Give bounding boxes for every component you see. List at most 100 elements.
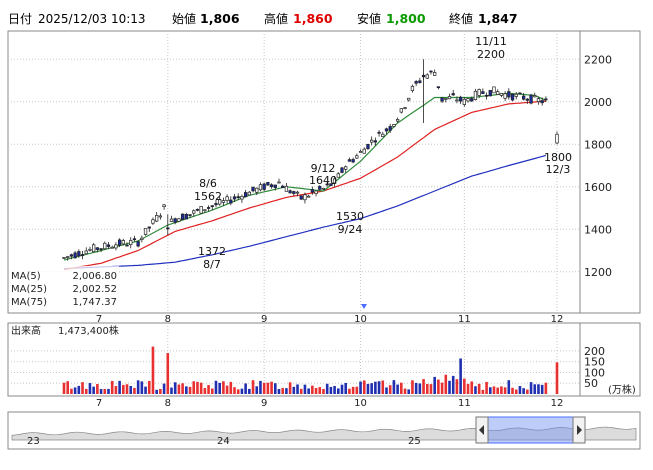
volume-bar — [437, 379, 440, 394]
candle-body — [470, 98, 474, 102]
volume-bar — [440, 382, 444, 394]
volume-bar — [474, 386, 477, 394]
volume-bar — [303, 384, 307, 394]
annotation-label: 1530 — [336, 210, 364, 223]
volume-bar — [381, 380, 385, 394]
candle-body — [299, 195, 303, 200]
volume-bar — [188, 386, 192, 394]
candle-body — [447, 96, 452, 100]
volume-bar — [463, 378, 466, 394]
volume-bar — [170, 387, 173, 394]
cursor-marker-icon[interactable] — [361, 304, 367, 309]
volume-bar — [518, 386, 522, 394]
volume-bar — [251, 380, 255, 394]
volume-bar — [403, 388, 407, 394]
candle-body — [247, 191, 251, 196]
volume-bar — [370, 383, 373, 394]
price-header: 日付 2025/12/03 10:13 始値 1,806 高値 1,860 安値… — [8, 11, 518, 26]
volume-y-axis: 50100150200 — [584, 345, 605, 390]
navigator-left-handle[interactable] — [475, 416, 489, 444]
volume-bar — [555, 362, 559, 394]
price-tick-label: 1400 — [584, 223, 612, 236]
candle-body — [288, 190, 292, 194]
volume-bar — [136, 380, 140, 394]
candle-body — [99, 248, 103, 250]
volume-bar — [181, 383, 184, 394]
candle-body — [258, 184, 263, 191]
candle-body — [395, 119, 400, 122]
volume-bar — [166, 353, 170, 394]
volume-bar — [388, 385, 392, 394]
volume-bar — [459, 358, 462, 394]
volume-bar — [414, 382, 418, 394]
volume-bar — [481, 389, 485, 394]
candle-body — [281, 185, 285, 189]
candle-body — [103, 242, 107, 250]
volume-bar — [218, 382, 221, 394]
annotation-label: 1562 — [194, 190, 222, 203]
candle-body — [125, 244, 129, 247]
candle-body — [451, 93, 455, 96]
candle-body — [184, 214, 188, 220]
volume-bar — [281, 388, 284, 394]
high-value: 1,860 — [293, 11, 333, 26]
volume-bar — [125, 384, 129, 394]
candle-body — [206, 207, 211, 209]
candle-body — [132, 238, 137, 241]
volume-bar — [337, 388, 340, 394]
candle-body — [455, 99, 459, 102]
volume-bar — [248, 388, 251, 394]
candle-body — [344, 166, 348, 170]
volume-bar — [425, 383, 429, 394]
candle-body — [410, 85, 415, 91]
candle-body — [177, 218, 181, 222]
volume-bar — [266, 382, 270, 394]
candle-body — [195, 208, 200, 211]
candle-body — [418, 80, 422, 83]
volume-bar — [514, 389, 518, 394]
volume-bar — [466, 383, 470, 394]
candle-body — [136, 241, 140, 247]
candle-body — [232, 196, 237, 200]
volume-bar — [296, 384, 299, 394]
volume-bar — [540, 384, 544, 394]
volume-bar — [222, 381, 225, 394]
volume-bar — [240, 388, 244, 394]
range-navigator[interactable] — [11, 416, 637, 444]
price-tick-label: 1200 — [584, 266, 612, 279]
volume-bar — [448, 380, 451, 394]
candle-body — [169, 218, 174, 222]
volume-bar — [511, 387, 514, 394]
candle-body — [440, 97, 444, 102]
candle-body — [462, 98, 466, 105]
volume-bar — [292, 386, 296, 394]
candle-body — [484, 94, 489, 97]
candle-body — [510, 93, 515, 101]
candle-body — [147, 226, 151, 229]
candle-body — [370, 139, 374, 143]
candle-body — [269, 184, 274, 188]
candle-body — [221, 200, 226, 203]
candle-body — [243, 192, 248, 198]
candle-body — [347, 159, 352, 162]
volume-bar — [344, 383, 348, 394]
candle-body — [518, 92, 522, 95]
volume-bar — [233, 387, 236, 394]
volume-bar — [340, 384, 344, 394]
candle-body — [358, 151, 363, 153]
navigator-right-handle[interactable] — [572, 416, 586, 444]
volume-bar — [270, 381, 273, 394]
navigator-label-23: 23 — [27, 436, 40, 447]
candle-body — [273, 184, 277, 188]
volume-bar — [84, 388, 88, 394]
annotation-label: 2200 — [477, 48, 505, 61]
volume-bar — [199, 382, 203, 394]
ma-legend: MA(5) 2,006.80 MA(25) 2,002.52 MA(75) 1,… — [9, 266, 119, 311]
candle-body — [303, 194, 307, 201]
volume-bar — [418, 383, 422, 394]
navigator-selection[interactable] — [487, 416, 574, 444]
volume-bar — [107, 388, 110, 394]
volume-bar — [533, 384, 537, 394]
candle-body — [162, 204, 166, 207]
volume-bar — [129, 386, 133, 394]
